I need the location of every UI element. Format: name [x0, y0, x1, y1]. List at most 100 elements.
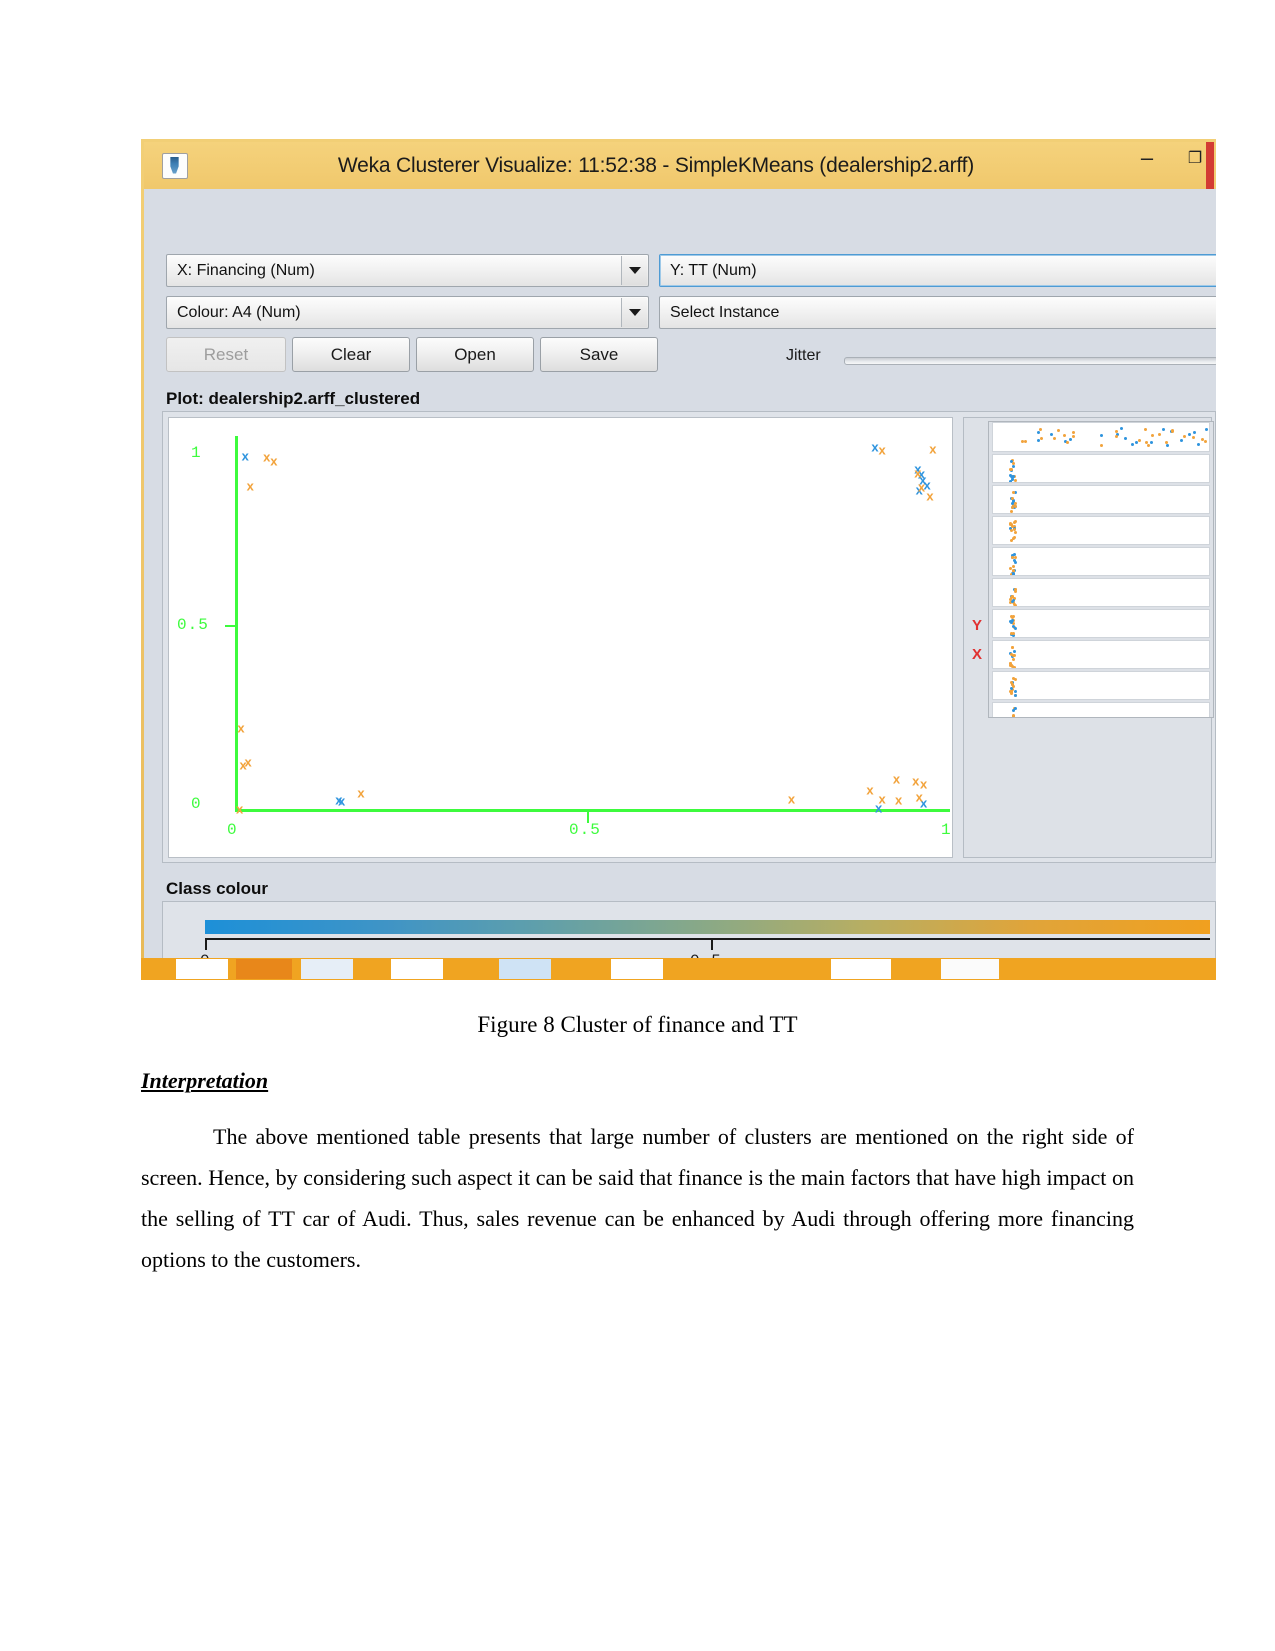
strip-dot [1071, 430, 1075, 434]
y-tick-label-0: 0 [191, 795, 202, 813]
strip-dot [1013, 520, 1017, 524]
strip-dot [1040, 436, 1044, 440]
attribute-strip-row[interactable] [992, 702, 1210, 717]
strip-dot [1124, 437, 1128, 441]
strip-dot [1012, 709, 1016, 713]
minimize-button[interactable]: – [1134, 147, 1160, 169]
colour-selector[interactable]: Colour: A4 (Num) [166, 296, 649, 329]
data-point: x [874, 800, 883, 816]
strip-dot [1057, 428, 1061, 432]
strip-dot [1120, 427, 1124, 431]
colour-selector-label: Colour: A4 (Num) [177, 303, 301, 321]
window-controls: – ❐ [1134, 147, 1208, 169]
save-button[interactable]: Save [540, 337, 658, 372]
taskbar-item[interactable] [391, 959, 443, 979]
taskbar-item[interactable] [831, 959, 891, 979]
chevron-down-icon[interactable] [621, 256, 647, 285]
window-title-bar[interactable]: Weka Clusterer Visualize: 11:52:38 - Sim… [144, 142, 1214, 194]
maximize-button[interactable]: ❐ [1182, 148, 1208, 168]
strip-dot [1011, 568, 1015, 572]
close-button[interactable] [1206, 142, 1214, 194]
taskbar-item[interactable] [236, 959, 292, 979]
colour-gradient-bar[interactable] [205, 920, 1210, 934]
strip-dot [1135, 441, 1139, 445]
x-axis-selector[interactable]: X: Financing (Num) [166, 254, 649, 287]
taskbar-item[interactable] [941, 959, 999, 979]
weka-visualize-window: Weka Clusterer Visualize: 11:52:38 - Sim… [141, 139, 1216, 980]
strip-dot [1013, 531, 1017, 535]
attribute-strip-row[interactable] [992, 485, 1210, 514]
attribute-strip-row[interactable] [992, 454, 1210, 483]
attribute-list[interactable] [988, 421, 1214, 718]
taskbar-item[interactable] [176, 959, 228, 979]
strip-dot [1012, 615, 1016, 619]
clear-button[interactable]: Clear [292, 337, 410, 372]
x-axis-selector-label: X: Financing (Num) [177, 261, 315, 279]
windows-taskbar[interactable] [141, 958, 1216, 980]
colour-scale-tick-half [711, 940, 713, 950]
jitter-slider[interactable] [844, 357, 1216, 365]
attribute-strip-row[interactable] [992, 609, 1210, 638]
data-point: x [892, 771, 901, 787]
data-point: x [926, 488, 934, 504]
attribute-strip-row[interactable] [992, 547, 1210, 576]
strip-dot [1036, 438, 1040, 442]
window-frame: Weka Clusterer Visualize: 11:52:38 - Sim… [141, 139, 1216, 980]
open-button[interactable]: Open [416, 337, 534, 372]
attribute-strip-panel: Y X [963, 417, 1214, 858]
strip-dot [1114, 434, 1118, 438]
java-coffee-cup-icon [162, 152, 188, 179]
data-point: x [917, 479, 926, 495]
plot-title: Plot: dealership2.arff_clustered [166, 389, 421, 408]
attribute-strip-row[interactable] [992, 671, 1210, 700]
data-point: x [919, 776, 928, 792]
attribute-strip-row[interactable] [992, 578, 1210, 607]
attribute-strip-row[interactable] [992, 422, 1210, 452]
strip-dot [1099, 433, 1103, 437]
reset-button[interactable]: Reset [166, 337, 286, 372]
data-point: x [239, 757, 247, 773]
data-point: x [915, 482, 923, 498]
y-axis-marker: Y [972, 617, 983, 634]
data-point: x [878, 442, 886, 458]
strip-dot [1162, 428, 1166, 432]
strip-dot [1012, 527, 1016, 531]
data-point: x [912, 773, 920, 789]
data-point: x [878, 791, 886, 807]
data-point: x [338, 793, 346, 809]
data-point: x [919, 472, 927, 488]
select-instance-dropdown[interactable]: Select Instance [659, 296, 1216, 329]
strip-dot [1013, 504, 1017, 508]
strip-dot [1010, 618, 1014, 622]
attribute-strip-row[interactable] [992, 640, 1210, 669]
window-title: Weka Clusterer Visualize: 11:52:38 - Sim… [337, 153, 975, 177]
interpretation-heading: Interpretation [141, 1068, 269, 1093]
strip-dot [1038, 427, 1042, 431]
strip-dot [1009, 510, 1013, 513]
strip-dot [1011, 461, 1015, 465]
strip-dot [1009, 690, 1013, 694]
chevron-down-icon[interactable] [621, 298, 647, 327]
taskbar-item[interactable] [499, 959, 551, 979]
y-axis-selector[interactable]: Y: TT (Num) [659, 254, 1216, 287]
attribute-strip-row[interactable] [992, 516, 1210, 545]
strip-dot [1183, 434, 1187, 438]
plot-container: 1 0.5 0 0 0.5 1 xxxxxxxxxxxxxxxxxxxxxxxx… [162, 411, 1216, 863]
scatter-plot-canvas[interactable]: 1 0.5 0 0 0.5 1 xxxxxxxxxxxxxxxxxxxxxxxx… [168, 417, 953, 858]
strip-dot [1150, 440, 1154, 444]
data-point: x [335, 792, 343, 808]
x-tick-label-0: 0 [227, 821, 238, 839]
strip-dot [1071, 435, 1075, 439]
strip-dot [1146, 444, 1150, 448]
taskbar-item[interactable] [301, 959, 353, 979]
strip-dot [1204, 428, 1208, 432]
taskbar-item[interactable] [611, 959, 663, 979]
y-tick-label-half: 0.5 [177, 616, 209, 634]
strip-dot [1197, 442, 1201, 446]
data-point: x [270, 453, 278, 469]
strip-dot [1151, 433, 1155, 437]
strip-dot [1009, 479, 1013, 482]
y-tick-label-1: 1 [191, 444, 202, 462]
data-point: x [263, 449, 271, 465]
strip-dot [1013, 588, 1017, 591]
